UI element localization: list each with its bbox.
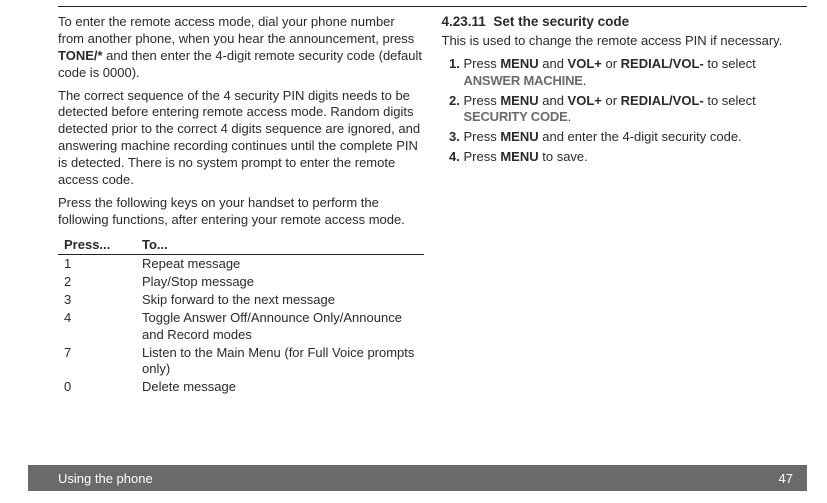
section-intro: This is used to change the remote access…: [442, 33, 808, 50]
step-4: Press MENU to save.: [464, 149, 808, 166]
pin-sequence-note: The correct sequence of the 4 security P…: [58, 88, 424, 189]
key-menu: MENU: [500, 149, 538, 164]
table-row: 7Listen to the Main Menu (for Full Voice…: [58, 344, 424, 379]
step-2: Press MENU and VOL+ or REDIAL/VOL- to se…: [464, 93, 808, 127]
text: To enter the remote access mode, dial yo…: [58, 14, 414, 46]
right-column: 4.23.11 Set the security code This is us…: [442, 14, 808, 397]
step-1: Press MENU and VOL+ or REDIAL/VOL- to se…: [464, 56, 808, 90]
key-redial-vol-down: REDIAL/VOL-: [621, 93, 704, 108]
press-action: Play/Stop message: [136, 273, 424, 291]
press-action: Toggle Answer Off/Announce Only/Announce…: [136, 309, 424, 344]
remote-keys-table: Press... To... 1Repeat message 2Play/Sto…: [58, 235, 424, 397]
text: or: [602, 56, 621, 71]
key-redial-vol-down: REDIAL/VOL-: [621, 56, 704, 71]
text: and then enter the 4-digit remote securi…: [58, 48, 422, 80]
text: and: [539, 56, 568, 71]
heading-title: Set the security code: [493, 14, 629, 29]
table-row: 4Toggle Answer Off/Announce Only/Announc…: [58, 309, 424, 344]
text: Press: [464, 129, 501, 144]
text: or: [602, 93, 621, 108]
press-action: Listen to the Main Menu (for Full Voice …: [136, 344, 424, 379]
key-vol-up: VOL+: [568, 56, 602, 71]
press-key: 1: [58, 254, 136, 273]
press-action: Skip forward to the next message: [136, 291, 424, 309]
press-key: 4: [58, 309, 136, 344]
manual-page: To enter the remote access mode, dial yo…: [0, 0, 827, 503]
step-3: Press MENU and enter the 4-digit securit…: [464, 129, 808, 146]
table-row: 3Skip forward to the next message: [58, 291, 424, 309]
table-row: 2Play/Stop message: [58, 273, 424, 291]
col-to: To...: [136, 235, 424, 255]
text: to select: [704, 93, 756, 108]
text: and: [539, 93, 568, 108]
text: Press: [464, 149, 501, 164]
text: and enter the 4-digit security code.: [539, 129, 742, 144]
top-rule: [58, 6, 807, 7]
section-heading: 4.23.11 Set the security code: [442, 14, 808, 31]
text: to select: [704, 56, 756, 71]
table-row: 1Repeat message: [58, 254, 424, 273]
table-header-row: Press... To...: [58, 235, 424, 255]
footer-page-number: 47: [779, 471, 807, 486]
text: .: [568, 109, 572, 124]
press-key: 3: [58, 291, 136, 309]
table-row: 0Delete message: [58, 378, 424, 396]
content-columns: To enter the remote access mode, dial yo…: [58, 14, 807, 397]
key-menu: MENU: [500, 93, 538, 108]
text: Press: [464, 56, 501, 71]
col-press: Press...: [58, 235, 136, 255]
press-key: 0: [58, 378, 136, 396]
key-vol-up: VOL+: [568, 93, 602, 108]
steps-list: Press MENU and VOL+ or REDIAL/VOL- to se…: [442, 56, 808, 166]
key-menu: MENU: [500, 56, 538, 71]
key-tone-star: TONE/*: [58, 48, 103, 63]
press-key: 7: [58, 344, 136, 379]
text: to save.: [539, 149, 588, 164]
remote-access-intro: To enter the remote access mode, dial yo…: [58, 14, 424, 82]
press-action: Repeat message: [136, 254, 424, 273]
ui-answer-machine: ANSWER MACHINE: [464, 73, 583, 88]
text: .: [583, 73, 587, 88]
ui-security-code: SECURITY CODE: [464, 109, 568, 124]
keys-intro: Press the following keys on your handset…: [58, 195, 424, 229]
left-column: To enter the remote access mode, dial yo…: [58, 14, 424, 397]
press-key: 2: [58, 273, 136, 291]
text: Press: [464, 93, 501, 108]
footer-section-title: Using the phone: [28, 471, 779, 486]
page-footer: Using the phone 47: [28, 465, 807, 491]
key-menu: MENU: [500, 129, 538, 144]
press-action: Delete message: [136, 378, 424, 396]
heading-number: 4.23.11: [442, 14, 486, 29]
